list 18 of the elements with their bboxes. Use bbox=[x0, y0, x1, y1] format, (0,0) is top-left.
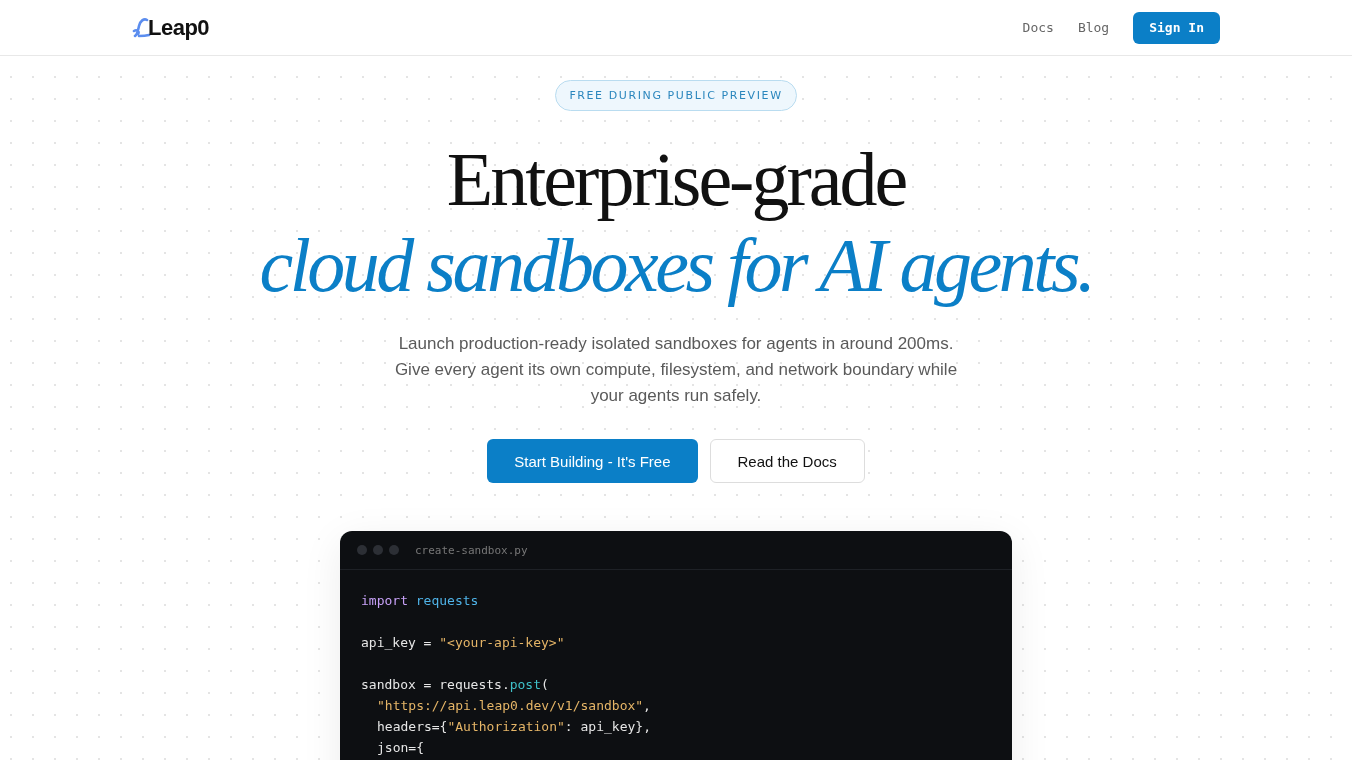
hero-description: Launch production-ready isolated sandboxes for agents in around 200ms. Give every agent its own compute, filesystem, and network boundary while your agents run safely. bbox=[393, 333, 959, 407]
read-docs-button[interactable]: Read the Docs bbox=[709, 439, 865, 483]
code-line: headers={"Authorization": api_key}, bbox=[376, 718, 652, 736]
code-line: "https://api.leap0.dev/v1/sandbox", bbox=[376, 697, 652, 715]
code-line: api_key = "<your-api-key>" bbox=[361, 634, 566, 652]
sign-in-button[interactable]: Sign In bbox=[1133, 11, 1220, 44]
logo-text[interactable]: Leap0 bbox=[148, 14, 210, 41]
hero-title: Enterprise-grade bbox=[446, 137, 906, 221]
code-line: json={ bbox=[376, 739, 425, 757]
nav-link[interactable]: Docs bbox=[1022, 20, 1054, 35]
preview-badge: FREE DURING PUBLIC PREVIEW bbox=[555, 80, 797, 111]
window-dots-icon bbox=[357, 545, 399, 555]
code-line: import requests bbox=[361, 592, 480, 610]
hero-subtitle: cloud sandboxes for AI agents. bbox=[259, 222, 1093, 309]
code-line: sandbox = requests.post( bbox=[361, 676, 550, 694]
nav-link[interactable]: Blog bbox=[1077, 20, 1110, 35]
code-filename: create-sandbox.py bbox=[415, 543, 528, 557]
start-building-button[interactable]: Start Building - It's Free bbox=[487, 439, 698, 483]
